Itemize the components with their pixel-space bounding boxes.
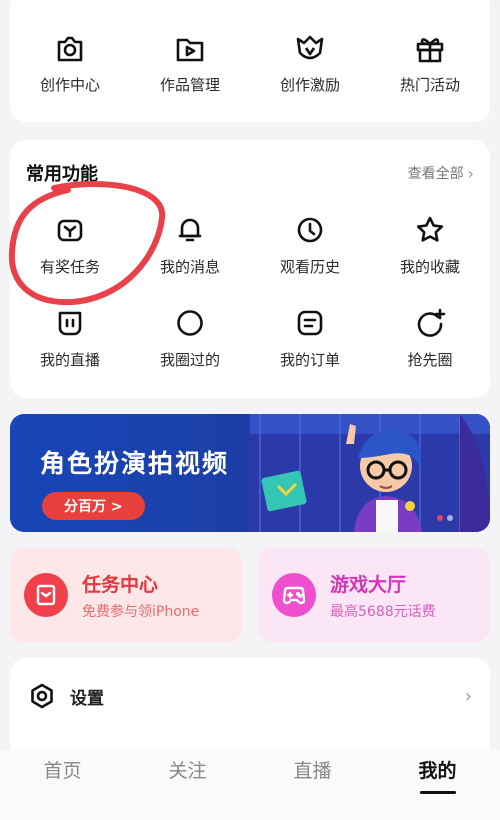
video-folder-icon [176,38,204,62]
watch-history-button[interactable]: 观看历史 [250,214,370,277]
task-center-subtitle: 免费参与领iPhone [82,603,200,620]
early-circle-button[interactable]: 抢先圈 [370,307,490,370]
nav-home-tab[interactable]: 首页 [0,750,125,820]
nav-me-tab[interactable]: 我的 [375,750,500,820]
my-favorites-button[interactable]: 我的收藏 [370,214,490,277]
see-all-label: 查看全部 [407,166,464,182]
my-messages-button[interactable]: 我的消息 [130,214,250,277]
camera-icon [57,36,83,62]
clock-icon [297,217,323,243]
task-center-icon [24,573,68,617]
my-favorites-label: 我的收藏 [399,258,460,276]
watch-history-label: 观看历史 [279,258,340,276]
see-all-link[interactable]: 查看全部 › [408,163,474,183]
reward-task-icon [57,219,83,242]
chevron-right-icon: › [467,163,474,183]
nav-me-label: 我的 [418,760,457,782]
chevron-right-icon: › [464,685,472,707]
hot-activities-button[interactable]: 热门活动 [370,32,490,95]
order-icon [297,310,323,336]
nav-live-tab[interactable]: 直播 [250,750,375,820]
active-tab-indicator [419,791,456,794]
game-hall-card[interactable]: 游戏大厅 最高5688元话费 [258,548,490,642]
gamepad-icon [272,573,316,617]
bottom-navigation: 首页 关注 直播 我的 [0,750,500,820]
early-circle-label: 抢先圈 [407,351,453,369]
common-functions-card: 常用功能 查看全部 › 有奖任务 我的消息 观看历史 我的收藏 我的直播 我圈过… [10,140,490,398]
nav-home-label: 首页 [43,760,82,782]
banner-cta-button[interactable]: 分百万 > [42,492,145,520]
settings-row[interactable]: 设置 › [28,682,472,710]
settings-hex-icon [31,683,53,709]
creator-tools-card: 创作中心 作品管理 创作激励 热门活动 [10,0,490,122]
my-circled-button[interactable]: 我圈过的 [130,307,250,370]
circle-plus-icon [417,308,446,337]
my-messages-label: 我的消息 [159,258,220,276]
my-orders-button[interactable]: 我的订单 [250,307,370,370]
my-live-button[interactable]: 我的直播 [10,307,130,370]
task-center-card[interactable]: 任务中心 免费参与领iPhone [10,548,242,642]
works-manage-label: 作品管理 [159,76,220,94]
promo-banner[interactable]: 角色扮演拍视频 分百万 > [10,414,490,532]
banner-title: 角色扮演拍视频 [40,449,230,478]
star-icon [416,216,444,242]
creator-incentive-button[interactable]: 创作激励 [250,32,370,95]
my-live-label: 我的直播 [39,351,100,369]
works-manage-button[interactable]: 作品管理 [130,32,250,95]
bell-icon [178,218,202,242]
nav-live-label: 直播 [293,760,332,782]
gift-icon [416,38,444,63]
reward-tasks-button[interactable]: 有奖任务 [10,214,130,277]
my-orders-label: 我的订单 [279,351,340,369]
task-center-title: 任务中心 [82,573,159,596]
banner-character-illustration [250,414,490,532]
reward-tasks-label: 有奖任务 [39,258,100,276]
my-circled-label: 我圈过的 [159,351,220,369]
game-hall-subtitle: 最高5688元话费 [330,603,436,620]
nav-follow-label: 关注 [168,760,207,782]
v-badge-icon [296,35,324,60]
game-hall-title: 游戏大厅 [330,573,407,596]
section-title: 常用功能 [26,164,98,185]
creator-incentive-label: 创作激励 [279,76,340,94]
creator-center-button[interactable]: 创作中心 [10,32,130,95]
hot-activities-label: 热门活动 [399,76,460,94]
circle-icon [177,310,203,336]
settings-label: 设置 [70,688,104,709]
creator-center-label: 创作中心 [39,76,100,94]
nav-follow-tab[interactable]: 关注 [125,750,250,820]
live-icon [58,311,82,336]
